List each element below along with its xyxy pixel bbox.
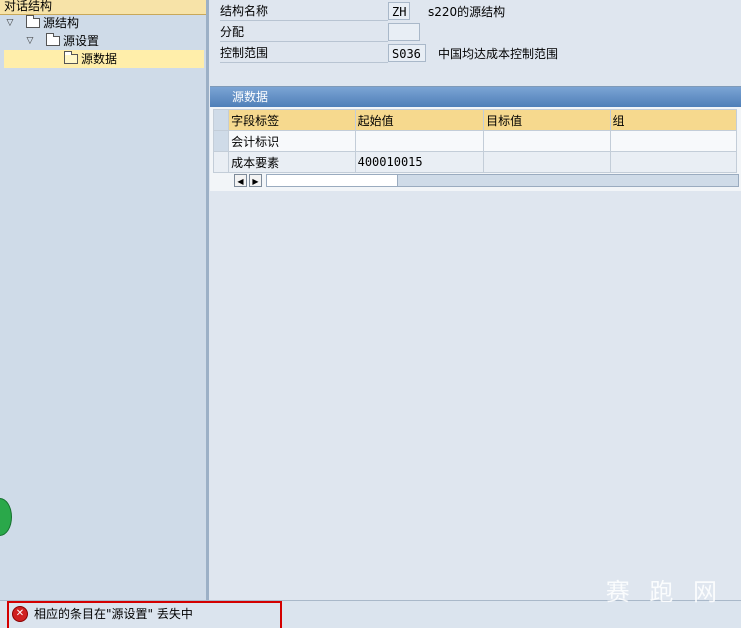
open-folder-icon	[64, 51, 78, 64]
table-cell[interactable]	[483, 151, 611, 173]
row-selector[interactable]	[212, 151, 230, 173]
table-cell[interactable]: 400010015	[354, 151, 485, 173]
source-data-table-panel: 源数据 字段标签 起始值 目标值 组 会计标识 成本要素 400010015 ◀…	[210, 86, 741, 191]
structure-name-label: 结构名称	[220, 2, 388, 21]
folder-icon	[26, 15, 40, 28]
table-cell[interactable]	[483, 130, 611, 152]
table-cell: 会计标识	[228, 130, 356, 152]
scroll-track[interactable]	[266, 173, 739, 187]
table-cell[interactable]	[354, 130, 485, 152]
panel-splitter[interactable]	[206, 0, 209, 600]
folder-icon	[46, 33, 60, 46]
structure-name-row: 结构名称 ZH s220的源结构	[220, 1, 505, 21]
table-cell[interactable]	[609, 130, 738, 152]
table-row: 成本要素 400010015	[212, 151, 738, 173]
column-header[interactable]: 组	[609, 109, 738, 131]
controlling-area-label: 控制范围	[220, 44, 388, 63]
assignment-field[interactable]	[388, 23, 420, 41]
status-message[interactable]: ✕ 相应的条目在"源设置" 丢失中	[12, 605, 193, 622]
table-header-row: 字段标签 起始值 目标值 组	[212, 109, 738, 131]
expand-triangle-icon[interactable]: ▽	[24, 32, 36, 50]
table-title: 源数据	[210, 87, 741, 107]
scroll-thumb[interactable]	[267, 174, 398, 186]
tree-item-label: 源结构	[43, 16, 80, 30]
controlling-area-desc: 中国均达成本控制范围	[438, 46, 559, 61]
structure-name-field[interactable]: ZH	[388, 2, 410, 20]
select-all-cell[interactable]	[212, 109, 230, 131]
watermark-logo: 赛 跑 网	[605, 578, 723, 606]
dialog-structure-header: 对话结构	[0, 0, 206, 15]
table-row: 会计标识	[212, 130, 738, 152]
scroll-left-icon[interactable]: ◀	[234, 173, 247, 187]
scroll-right-icon[interactable]: ▶	[249, 173, 262, 187]
column-header[interactable]: 起始值	[354, 109, 485, 131]
tree-item-source-structure[interactable]: ▽ 源结构	[4, 14, 79, 32]
tree-item-label: 源设置	[63, 34, 100, 48]
controlling-area-field[interactable]: S036	[388, 44, 426, 62]
structure-name-desc: s220的源结构	[428, 4, 506, 19]
tree-item-source-data[interactable]: 源数据	[4, 50, 204, 68]
expand-triangle-icon[interactable]: ▽	[4, 14, 16, 32]
error-icon: ✕	[12, 605, 28, 622]
row-selector[interactable]	[212, 130, 230, 152]
dialog-structure-panel: 对话结构 ▽ 源结构 ▽ 源设置 源数据	[0, 0, 207, 600]
tree-item-source-settings[interactable]: ▽ 源设置	[24, 32, 99, 50]
column-header[interactable]: 目标值	[483, 109, 611, 131]
table-cell: 成本要素	[228, 151, 356, 173]
status-message-text: 相应的条目在"源设置" 丢失中	[34, 607, 193, 621]
column-header[interactable]: 字段标签	[228, 109, 356, 131]
horizontal-scrollbar[interactable]: ◀ ▶	[234, 173, 739, 187]
source-data-table: 字段标签 起始值 目标值 组 会计标识 成本要素 400010015	[212, 109, 738, 173]
controlling-area-row: 控制范围 S036 中国均达成本控制范围	[220, 43, 558, 63]
assignment-label: 分配	[220, 23, 388, 42]
tree-item-label: 源数据	[81, 52, 118, 66]
main-area: 结构名称 ZH s220的源结构 分配 控制范围 S036 中国均达成本控制范围…	[210, 0, 741, 600]
assignment-row: 分配	[220, 22, 420, 42]
table-cell[interactable]	[609, 151, 738, 173]
